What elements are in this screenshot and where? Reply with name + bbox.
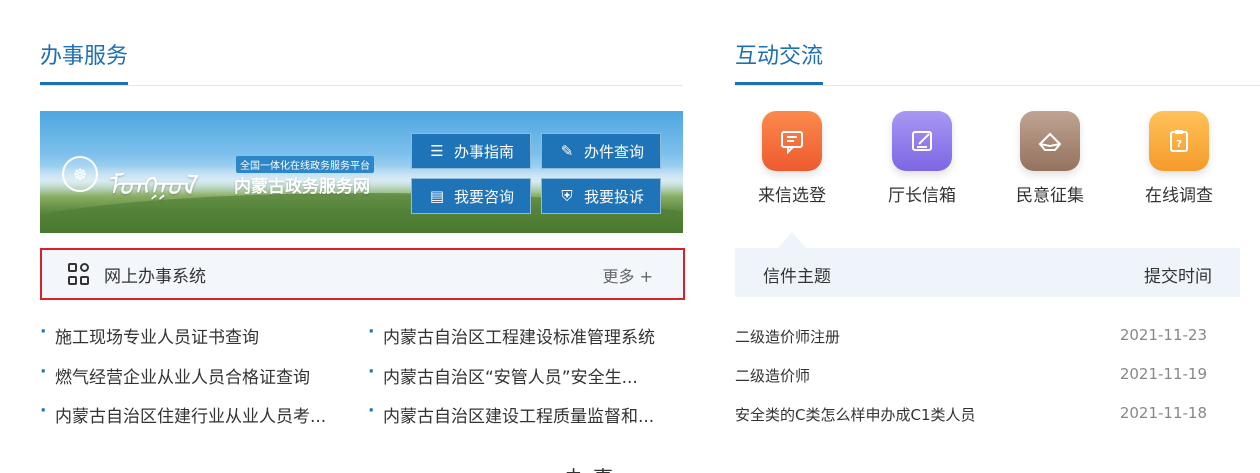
pen-icon xyxy=(892,111,952,171)
interaction-section-title: 互动交流 xyxy=(735,44,824,85)
more-link[interactable]: 更多 + xyxy=(603,263,654,287)
case-query-label: 办件查询 xyxy=(583,142,644,161)
table-row[interactable]: 二级造价师 2021-11-19 xyxy=(735,365,1215,389)
list-item[interactable]: 内蒙古自治区工程建设标准管理系统 xyxy=(368,323,678,348)
service-guide-label: 办事指南 xyxy=(453,142,514,161)
banner-site-name: 内蒙古政务服务网 xyxy=(234,177,370,197)
letters-published-button[interactable]: 来信选登 xyxy=(737,111,847,206)
apps-grid-icon xyxy=(68,263,90,285)
online-service-system-label: 网上办事系统 xyxy=(104,267,206,287)
list-icon: ☰ xyxy=(430,142,444,160)
consult-button[interactable]: ▤ 我要咨询 xyxy=(411,178,531,214)
mongolian-script-logo: ᠮᠣᠩᠭᠣᠯ xyxy=(106,169,195,202)
complaint-label: 我要投诉 xyxy=(583,187,644,206)
gov-service-banner[interactable]: ☸ ᠮᠣᠩᠭᠣᠯ 全国一体化在线政务服务平台 内蒙古政务服务网 ☰ 办事指南 ✎… xyxy=(40,111,683,233)
public-opinion-label: 民意征集 xyxy=(1016,186,1084,206)
message-icon xyxy=(762,111,822,171)
doc-icon: ▤ xyxy=(429,187,445,205)
service-guide-button[interactable]: ☰ 办事指南 xyxy=(411,133,531,169)
envelope-icon xyxy=(1020,111,1080,171)
column-subject: 信件主题 xyxy=(763,267,831,287)
service-section-header: 办事服务 xyxy=(40,42,683,86)
table-row[interactable]: 二级造价师注册 2021-11-23 xyxy=(735,326,1215,350)
letters-published-label: 来信选登 xyxy=(758,186,826,206)
mail-table-header: 信件主题 提交时间 xyxy=(735,248,1240,297)
online-service-system-bar[interactable]: 网上办事系统 更多 + xyxy=(40,248,685,300)
complaint-button[interactable]: ⛨ 我要投诉 xyxy=(541,178,661,214)
tab-pointer xyxy=(778,232,806,248)
table-row[interactable]: 安全类的C类怎么样申办成C1类人员 2021-11-18 xyxy=(735,404,1215,428)
list-item[interactable]: 内蒙古自治区建设工程质量监督和... xyxy=(368,402,678,427)
row-subject[interactable]: 安全类的C类怎么样申办成C1类人员 xyxy=(735,404,976,425)
list-item[interactable]: 施工现场专业人员证书查询 xyxy=(40,323,340,348)
director-mailbox-label: 厅长信箱 xyxy=(888,186,956,206)
emblem-icon: ☸ xyxy=(62,156,98,192)
clipboard-icon: ? xyxy=(1149,111,1209,171)
edit-icon: ✎ xyxy=(560,142,574,160)
shield-icon: ⛨ xyxy=(561,187,573,205)
row-date: 2021-11-18 xyxy=(1119,404,1207,422)
row-date: 2021-11-19 xyxy=(1119,365,1207,383)
interaction-section-header: 互动交流 xyxy=(735,42,1260,86)
consult-label: 我要咨询 xyxy=(453,187,514,206)
public-opinion-button[interactable]: 民意征集 xyxy=(995,111,1105,206)
banner-tagline: 全国一体化在线政务服务平台 xyxy=(236,156,374,173)
next-section-title-partial: 办事 xyxy=(565,462,621,473)
service-section-title: 办事服务 xyxy=(40,44,129,85)
column-time: 提交时间 xyxy=(1144,267,1212,287)
list-item[interactable]: 燃气经营企业从业人员合格证查询 xyxy=(40,363,340,388)
row-subject[interactable]: 二级造价师 xyxy=(735,365,810,386)
svg-text:?: ? xyxy=(1176,139,1182,150)
online-survey-label: 在线调查 xyxy=(1145,186,1213,206)
row-subject[interactable]: 二级造价师注册 xyxy=(735,326,840,347)
list-item[interactable]: 内蒙古自治区住建行业从业人员考... xyxy=(40,402,350,427)
list-item[interactable]: 内蒙古自治区“安管人员”安全生... xyxy=(368,363,678,388)
director-mailbox-button[interactable]: 厅长信箱 xyxy=(867,111,977,206)
row-date: 2021-11-23 xyxy=(1119,326,1207,344)
online-survey-button[interactable]: ? 在线调查 xyxy=(1124,111,1234,206)
case-query-button[interactable]: ✎ 办件查询 xyxy=(541,133,661,169)
